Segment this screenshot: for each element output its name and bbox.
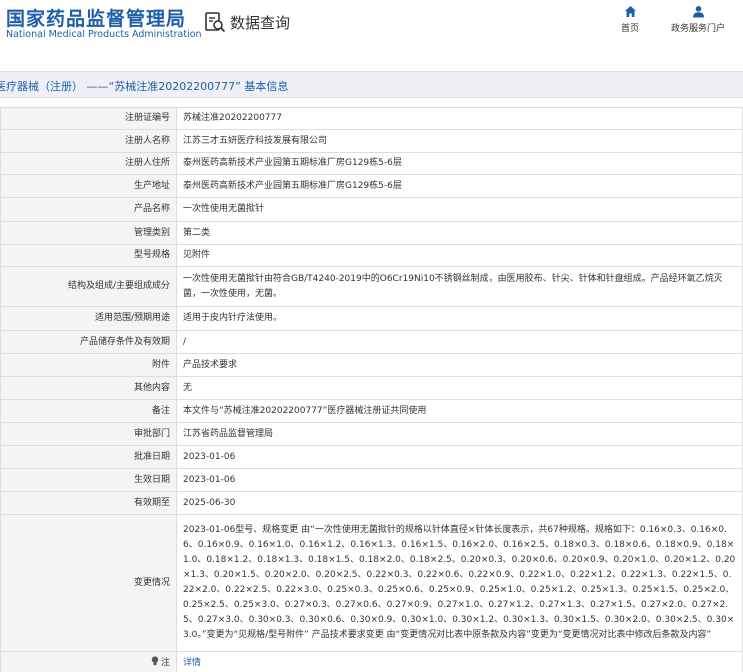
field-value: 苏械注准20202200777	[176, 107, 743, 130]
field-label: 型号规格	[0, 244, 177, 267]
table-row: 注册人住所 泰州医药高新技术产业园第五期标准厂房G129栋5-6层	[0, 152, 743, 175]
table-row: 注册人名称 江苏三才五妍医疗科技发展有限公司	[0, 129, 743, 153]
table-row: 管理类别 第二类	[0, 221, 743, 245]
nav-home-label: 首页	[620, 24, 639, 34]
table-row: 结构及组成/主要组成成分 一次性使用无菌揿针由符合GB/T4240-2019中的O…	[0, 266, 743, 307]
record-title-bar: 医疗器械（注册） ——“苏械注准20202200777” 基本信息	[0, 71, 743, 98]
field-value: 一次性使用无菌揿针由符合GB/T4240-2019中的O6Cr19Ni10不锈钢…	[176, 266, 743, 307]
table-row: 附件 产品技术要求	[0, 353, 743, 377]
field-label: 注册人住所	[0, 152, 177, 175]
field-label: 生产地址	[0, 174, 177, 198]
nav-gov-portal[interactable]: 政务服务门户	[665, 5, 731, 34]
field-label: 注册人名称	[0, 129, 177, 153]
field-value: 一次性使用无菌揿针	[176, 197, 743, 222]
field-value: 详情	[176, 651, 743, 672]
table-row: 产品名称 一次性使用无菌揿针	[0, 197, 743, 222]
field-value: 江苏省药品监督管理局	[176, 422, 743, 446]
field-label: 注册证编号	[0, 107, 177, 130]
user-icon	[692, 6, 704, 18]
home-icon	[624, 6, 636, 17]
details-link[interactable]: 详情	[183, 658, 201, 668]
field-value: 无	[176, 376, 743, 400]
field-label: 适用范围/预期用途	[0, 306, 177, 331]
lightbulb-icon	[151, 655, 159, 672]
field-label: 变更情况	[0, 514, 177, 652]
field-label: 生效日期	[0, 468, 177, 492]
note-label: 注	[160, 657, 170, 668]
field-label: 产品储存条件及有效期	[0, 330, 177, 354]
table-row: 适用范围/预期用途 适用于皮内针疗法使用。	[0, 306, 743, 331]
table-row: 产品储存条件及有效期 /	[0, 330, 743, 354]
table-row: 生产地址 泰州医药高新技术产业园第五期标准厂房G129栋5-6层	[0, 174, 743, 198]
field-label: 有效期至	[0, 491, 177, 515]
record-detail-table: 注册证编号 苏械注准20202200777 注册人名称 江苏三才五妍医疗科技发展有限…	[0, 107, 743, 672]
table-row: 批准日期 2023-01-06	[0, 445, 743, 469]
site-logo-en[interactable]: National Medical Products Administration	[6, 29, 202, 40]
field-label: 产品名称	[0, 197, 177, 222]
field-value: 适用于皮内针疗法使用。	[176, 306, 743, 331]
table-row: 审批部门 江苏省药品监督管理局	[0, 422, 743, 446]
field-value: 2023-01-06	[176, 445, 743, 469]
field-value: 2025-06-30	[176, 491, 743, 515]
table-row: 注 详情	[0, 651, 743, 672]
table-row: 其他内容无	[0, 376, 743, 400]
nav-home[interactable]: 首页	[615, 5, 645, 34]
table-row: 型号规格 见附件	[0, 244, 743, 267]
table-row: 注册证编号 苏械注准20202200777	[0, 107, 743, 130]
field-value: 见附件	[176, 244, 743, 267]
field-value: 泰州医药高新技术产业园第五期标准厂房G129栋5-6层	[176, 152, 743, 175]
field-value: 泰州医药高新技术产业园第五期标准厂房G129栋5-6层	[176, 174, 743, 198]
field-label: 注	[0, 651, 177, 672]
field-value: /	[176, 330, 743, 354]
field-label: 批准日期	[0, 445, 177, 469]
field-label: 附件	[0, 353, 177, 377]
field-label: 管理类别	[0, 221, 177, 245]
field-value: 2023-01-06	[176, 468, 743, 492]
field-label: 结构及组成/主要组成成分	[0, 266, 177, 307]
table-row: 备注 本文件与“苏械注准20202200777”医疗器械注册证共同使用	[0, 399, 743, 423]
field-label: 备注	[0, 399, 177, 423]
nav-gov-label: 政务服务门户	[670, 24, 725, 34]
site-header: 国家药品监督管理局 National Medical Products Admi…	[0, 0, 743, 62]
site-logo-cn[interactable]: 国家药品监督管理局	[6, 4, 186, 31]
field-label: 审批部门	[0, 422, 177, 446]
field-value: 产品技术要求	[176, 353, 743, 377]
field-value: 第二类	[176, 221, 743, 245]
field-value: 江苏三才五妍医疗科技发展有限公司	[176, 129, 743, 153]
record-title: 医疗器械（注册） ——“苏械注准20202200777” 基本信息	[0, 80, 289, 93]
record-detail-table-wrap: 注册证编号 苏械注准20202200777 注册人名称 江苏三才五妍医疗科技发展有限…	[0, 107, 743, 672]
data-query-heading[interactable]: 数据查询	[204, 10, 290, 34]
field-value: 本文件与“苏械注准20202200777”医疗器械注册证共同使用	[176, 399, 743, 423]
table-row: 生效日期 2023-01-06	[0, 468, 743, 492]
field-label: 其他内容	[0, 376, 177, 400]
table-row: 变更情况 2023-01-06型号、规格变更 由“一次性使用无菌揿针的规格以针体直…	[0, 514, 743, 652]
field-value: 2023-01-06型号、规格变更 由“一次性使用无菌揿针的规格以针体直径×针体…	[176, 514, 743, 652]
search-document-icon	[204, 11, 226, 33]
table-row: 有效期至 2025-06-30	[0, 491, 743, 515]
data-query-label: 数据查询	[230, 13, 291, 32]
